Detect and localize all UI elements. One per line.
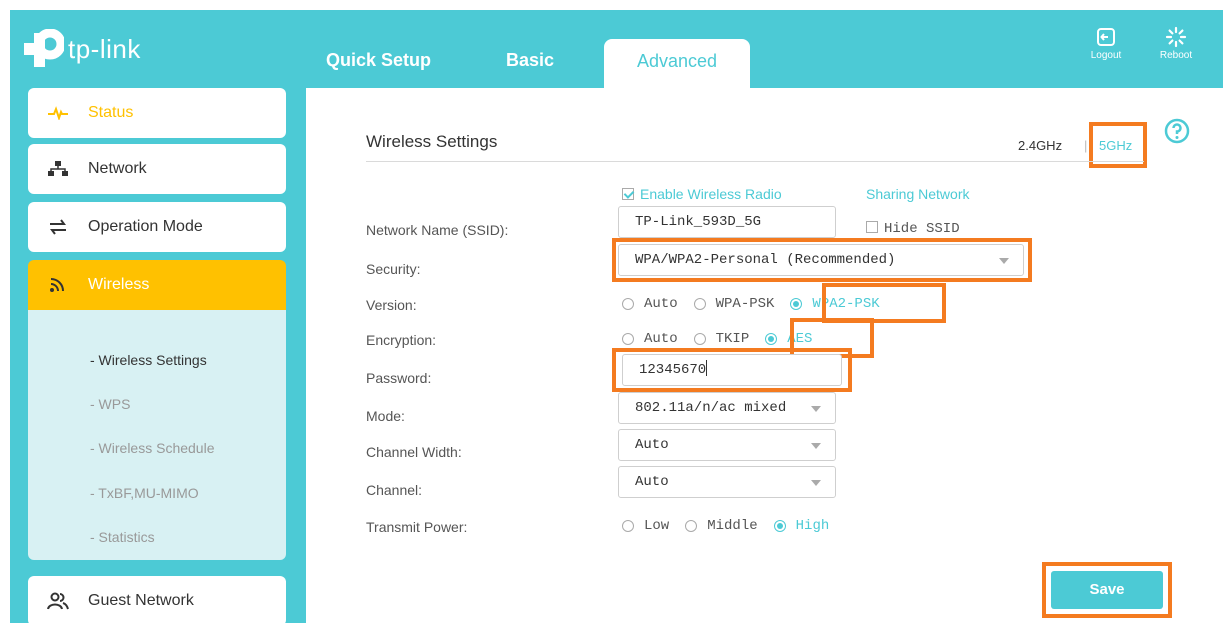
version-radio-auto[interactable]: Auto (622, 296, 678, 312)
checkbox-checked-icon (622, 188, 634, 200)
sidebar: Status Network Operation Mode Wireless -… (28, 88, 286, 623)
sidebar-item-label: Network (88, 160, 147, 177)
radio-label: Middle (707, 518, 758, 534)
checkbox-unchecked-icon (866, 221, 878, 233)
encryption-radio-tkip[interactable]: TKIP (693, 331, 750, 347)
mode-select-value: 802.11a/n/ac mixed (635, 400, 787, 416)
sidebar-item-guest-network[interactable]: Guest Network (28, 576, 286, 623)
transmit-power-label: Transmit Power: (366, 519, 468, 535)
guest-icon (28, 592, 88, 610)
transmit-power-radio-group: Low Middle High (622, 518, 845, 534)
sharing-network-link[interactable]: Sharing Network (866, 186, 970, 202)
operation-mode-icon (28, 218, 88, 236)
chevron-down-icon (811, 480, 821, 486)
radio-icon (693, 333, 706, 345)
sidebar-item-label: Wireless (88, 276, 150, 293)
brand-name: tp-link (68, 33, 141, 64)
main-panel: Wireless Settings 2.4GHz | 5GHz Enable W… (306, 88, 1223, 623)
radio-icon (685, 520, 698, 532)
power-radio-high[interactable]: High (773, 518, 830, 534)
radio-icon (622, 520, 634, 532)
sidebar-item-operation-mode[interactable]: Operation Mode (28, 202, 286, 252)
security-label: Security: (366, 261, 421, 277)
radio-icon (622, 333, 634, 345)
enable-wireless-radio-label: Enable Wireless Radio (640, 186, 782, 202)
reboot-label: Reboot (1159, 50, 1193, 61)
radio-label: Low (644, 518, 670, 534)
tp-link-logo: tp-link (24, 26, 141, 72)
highlight-save (1042, 562, 1172, 618)
band-2-4ghz-link[interactable]: 2.4GHz (1018, 138, 1062, 153)
reboot-button[interactable]: Reboot (1154, 26, 1198, 61)
radio-selected-icon (765, 333, 778, 345)
power-radio-middle[interactable]: Middle (685, 518, 758, 534)
sidebar-item-label: Operation Mode (88, 218, 203, 235)
highlight-security (612, 238, 1032, 282)
version-radio-wpa-psk[interactable]: WPA-PSK (693, 296, 775, 312)
radio-label: High (795, 518, 830, 534)
submenu-statistics[interactable]: - Statistics (90, 529, 155, 545)
logout-label: Logout (1090, 50, 1122, 61)
logout-button[interactable]: Logout (1084, 26, 1128, 61)
router-admin-frame: tp-link Quick Setup Basic Advanced Logou… (10, 10, 1223, 623)
mode-label: Mode: (366, 408, 405, 424)
mode-select[interactable]: 802.11a/n/ac mixed (618, 392, 836, 424)
radio-icon (693, 298, 706, 310)
help-icon[interactable] (1164, 118, 1190, 149)
sidebar-item-wireless[interactable]: Wireless (28, 260, 286, 310)
hide-ssid-label: Hide SSID (884, 221, 960, 237)
wifi-icon (28, 276, 88, 294)
password-label: Password: (366, 370, 432, 386)
submenu-wireless-schedule[interactable]: - Wireless Schedule (90, 440, 215, 456)
channel-label: Channel: (366, 482, 423, 498)
channel-width-label: Channel Width: (366, 444, 462, 460)
network-icon (28, 161, 88, 177)
page-title: Wireless Settings (366, 132, 498, 151)
radio-label: TKIP (715, 331, 750, 347)
tp-link-logo-icon (24, 28, 66, 69)
radio-selected-icon (790, 298, 803, 310)
sidebar-item-status[interactable]: Status (28, 88, 286, 138)
hide-ssid-checkbox[interactable]: Hide SSID (866, 221, 960, 237)
encryption-radio-auto[interactable]: Auto (622, 331, 678, 347)
band-separator: | (1084, 138, 1088, 153)
sidebar-item-label: Status (88, 104, 134, 121)
reboot-icon (1165, 26, 1187, 48)
radio-icon (622, 298, 634, 310)
highlight-password (612, 348, 852, 392)
ssid-input[interactable]: TP-Link_593D_5G (618, 206, 836, 238)
sidebar-item-network[interactable]: Network (28, 144, 286, 194)
submenu-wireless-settings[interactable]: - Wireless Settings (90, 352, 207, 368)
radio-label: Auto (644, 296, 678, 312)
title-divider (366, 161, 1144, 162)
pulse-icon (28, 106, 88, 120)
enable-wireless-radio-checkbox[interactable]: Enable Wireless Radio (622, 186, 782, 202)
radio-label: Auto (644, 331, 678, 347)
ssid-label: Network Name (SSID): (366, 222, 509, 238)
submenu-wps[interactable]: - WPS (90, 396, 130, 412)
radio-selected-icon (773, 520, 786, 532)
channel-select[interactable]: Auto (618, 466, 836, 498)
submenu-txbf-mu-mimo[interactable]: - TxBF,MU-MIMO (90, 485, 199, 501)
power-radio-low[interactable]: Low (622, 518, 669, 534)
radio-label: WPA-PSK (715, 296, 775, 312)
encryption-label: Encryption: (366, 332, 437, 348)
channel-width-select[interactable]: Auto (618, 429, 836, 461)
channel-width-select-value: Auto (635, 437, 669, 453)
sidebar-item-label: Guest Network (88, 592, 194, 609)
chevron-down-icon (811, 443, 821, 449)
logout-icon (1097, 28, 1115, 46)
version-label: Version: (366, 297, 417, 313)
channel-select-value: Auto (635, 474, 669, 490)
wireless-submenu: - Wireless Settings - WPS - Wireless Sch… (28, 310, 286, 560)
highlight-wpa2-psk (822, 283, 946, 323)
chevron-down-icon (811, 406, 821, 412)
